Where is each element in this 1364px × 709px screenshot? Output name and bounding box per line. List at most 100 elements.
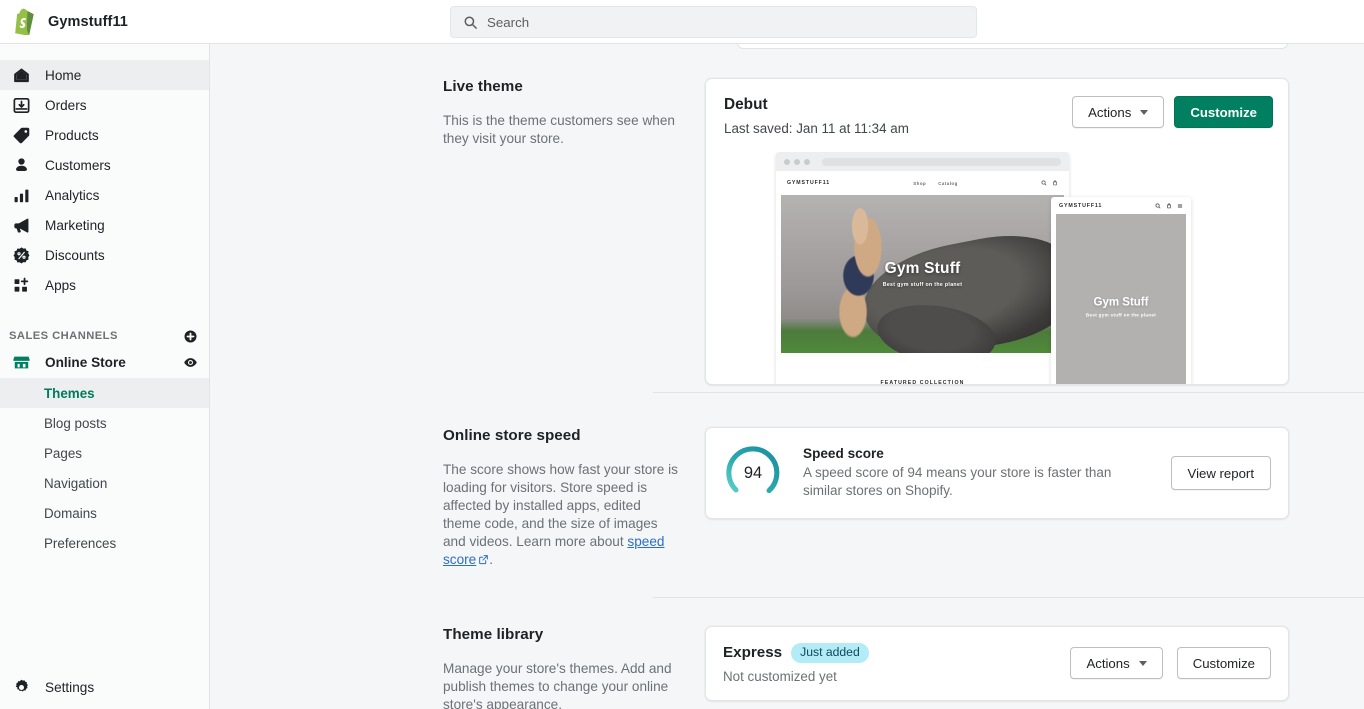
- mobile-hero: Gym Stuff Best gym stuff on the planet: [1056, 214, 1186, 384]
- sidebar-item-label: Discounts: [45, 248, 105, 263]
- sidebar-item-label: Analytics: [45, 188, 99, 203]
- browser-url-bar: [822, 158, 1061, 166]
- live-theme-actions-group: Actions Customize: [1072, 96, 1273, 128]
- sidebar-item-customers[interactable]: Customers: [0, 150, 209, 180]
- speed-score-value: 94: [723, 443, 783, 503]
- store-speed-description: The score shows how fast your store is l…: [443, 461, 681, 569]
- discounts-badge-icon: [11, 245, 32, 266]
- sidebar-subitem-label: Blog posts: [44, 416, 107, 431]
- theme-library-info: Theme library Manage your store's themes…: [443, 626, 705, 709]
- theme-library-title: Theme library: [443, 626, 681, 643]
- home-icon: [11, 65, 32, 86]
- sidebar-item-analytics[interactable]: Analytics: [0, 180, 209, 210]
- chevron-down-icon: [1140, 110, 1148, 115]
- sidebar-channel-label: Online Store: [45, 355, 170, 370]
- live-theme-section: Live theme This is the theme customers s…: [443, 78, 1289, 385]
- search-icon: [463, 15, 478, 30]
- live-theme-last-saved: Last saved: Jan 11 at 11:34 am: [724, 121, 1072, 136]
- gear-icon: [11, 677, 32, 698]
- customers-person-icon: [11, 155, 32, 176]
- live-theme-description: This is the theme customers see when the…: [443, 112, 681, 148]
- sidebar-item-pages[interactable]: Pages: [0, 438, 209, 468]
- live-theme-info: Live theme This is the theme customers s…: [443, 78, 705, 385]
- live-theme-customize-button[interactable]: Customize: [1174, 96, 1273, 128]
- store-speed-desc-period: .: [489, 552, 493, 567]
- mobile-preview[interactable]: GYMSTUFF11 Gym Stuff Best gym stuff on t…: [1051, 197, 1191, 384]
- cart-bag-icon: [1166, 203, 1172, 209]
- express-theme-title-row: Express Just added: [723, 643, 1056, 663]
- express-theme-card: Express Just added Not customized yet Ac…: [705, 626, 1289, 701]
- store-speed-info: Online store speed The score shows how f…: [443, 427, 705, 569]
- storefront-nav-link: Shop: [913, 181, 926, 186]
- hero-title: Gym Stuff: [781, 260, 1064, 278]
- desktop-preview[interactable]: GYMSTUFF11 Shop Catalog: [776, 152, 1069, 384]
- view-report-button[interactable]: View report: [1171, 456, 1271, 490]
- search-icon: [1155, 203, 1161, 209]
- sidebar-item-settings[interactable]: Settings: [0, 665, 210, 709]
- external-link-icon[interactable]: [478, 554, 489, 565]
- express-actions-button[interactable]: Actions: [1070, 647, 1162, 679]
- live-theme-actions-button[interactable]: Actions: [1072, 96, 1164, 128]
- sidebar-subitem-label: Navigation: [44, 476, 107, 491]
- brand-home-link[interactable]: Gymstuff11: [0, 0, 210, 44]
- sidebar-item-label: Products: [45, 128, 99, 143]
- eye-icon[interactable]: [183, 355, 198, 370]
- chevron-down-icon: [1139, 661, 1147, 666]
- sidebar-item-domains[interactable]: Domains: [0, 498, 209, 528]
- browser-dot-icon: [784, 159, 790, 165]
- marketing-megaphone-icon: [11, 215, 32, 236]
- search-placeholder: Search: [487, 15, 529, 30]
- sidebar-item-apps[interactable]: Apps: [0, 270, 209, 300]
- speed-score-gauge: 94: [723, 443, 783, 503]
- hero-text-block: Gym Stuff Best gym stuff on the planet: [781, 260, 1064, 288]
- sidebar-item-orders[interactable]: Orders: [0, 90, 209, 120]
- section-divider: [653, 597, 1364, 598]
- sidebar-item-label: Apps: [45, 278, 76, 293]
- sidebar-item-discounts[interactable]: Discounts: [0, 240, 209, 270]
- sidebar-item-navigation[interactable]: Navigation: [0, 468, 209, 498]
- store-name: Gymstuff11: [48, 14, 128, 30]
- online-store-icon: [11, 352, 32, 373]
- sidebar-item-themes[interactable]: Themes: [0, 378, 209, 408]
- sidebar-item-label: Customers: [45, 158, 111, 173]
- express-customize-button[interactable]: Customize: [1177, 647, 1271, 679]
- plus-circle-icon[interactable]: [183, 329, 198, 344]
- customize-label: Customize: [1193, 656, 1255, 671]
- store-speed-section: Online store speed The score shows how f…: [443, 427, 1289, 569]
- speed-score-body: A speed score of 94 means your store is …: [803, 464, 1148, 501]
- express-theme-meta: Express Just added Not customized yet: [723, 643, 1056, 684]
- mobile-hero-title: Gym Stuff: [1056, 296, 1186, 308]
- sidebar: Home Orders Products Customers: [0, 44, 210, 709]
- sidebar-item-products[interactable]: Products: [0, 120, 209, 150]
- sidebar-item-preferences[interactable]: Preferences: [0, 528, 209, 558]
- store-speed-card-wrap: 94 Speed score A speed score of 94 means…: [705, 427, 1289, 569]
- actions-label: Actions: [1086, 656, 1129, 671]
- sidebar-subitem-label: Domains: [44, 506, 97, 521]
- express-theme-status: Not customized yet: [723, 669, 1056, 684]
- theme-library-section: Theme library Manage your store's themes…: [443, 626, 1289, 709]
- sidebar-item-label: Orders: [45, 98, 87, 113]
- sidebar-subitem-label: Preferences: [44, 536, 116, 551]
- theme-library-card-wrap: Express Just added Not customized yet Ac…: [705, 626, 1289, 709]
- sidebar-item-online-store[interactable]: Online Store: [0, 347, 209, 378]
- hero-subtitle: Best gym stuff on the planet: [781, 282, 1064, 288]
- status-badge: Just added: [791, 643, 869, 663]
- mobile-hero-text: Gym Stuff Best gym stuff on the planet: [1056, 296, 1186, 317]
- storefront-nav-icons: [1041, 180, 1058, 186]
- live-theme-name: Debut: [724, 96, 1072, 114]
- section-divider: [653, 392, 1364, 393]
- theme-library-description: Manage your store's themes. Add and publ…: [443, 660, 681, 709]
- live-theme-card-wrap: Debut Last saved: Jan 11 at 11:34 am Act…: [705, 78, 1289, 385]
- sidebar-subitem-label: Themes: [44, 386, 95, 401]
- storefront-nav: GYMSTUFF11 Shop Catalog: [776, 171, 1069, 195]
- browser-dot-icon: [804, 159, 810, 165]
- sidebar-item-marketing[interactable]: Marketing: [0, 210, 209, 240]
- sidebar-item-label: Home: [45, 68, 81, 83]
- sidebar-item-home[interactable]: Home: [0, 60, 209, 90]
- sidebar-primary-nav: Home Orders Products Customers: [0, 44, 209, 300]
- speed-score-heading: Speed score: [803, 446, 1151, 461]
- search-input[interactable]: Search: [450, 6, 977, 38]
- sidebar-item-blog-posts[interactable]: Blog posts: [0, 408, 209, 438]
- apps-grid-plus-icon: [11, 275, 32, 296]
- sidebar-item-label: Marketing: [45, 218, 105, 233]
